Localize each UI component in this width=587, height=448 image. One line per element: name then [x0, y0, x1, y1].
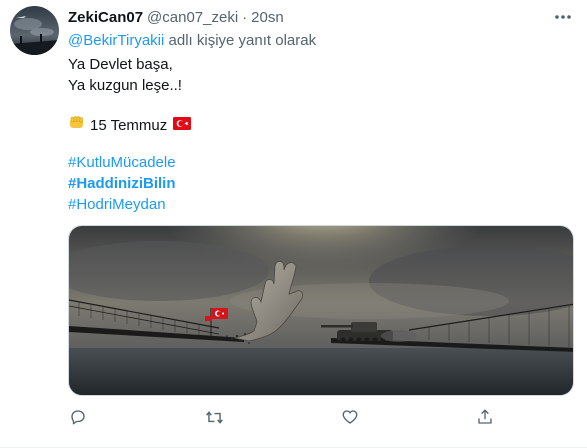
date-text: 15 Temmuz [90, 116, 168, 134]
header-separator: · [242, 8, 248, 26]
share-icon[interactable] [473, 405, 497, 429]
more-icon[interactable] [553, 9, 573, 25]
reply-mention-link[interactable]: @BekirTiryakii [68, 32, 164, 49]
reply-icon[interactable] [66, 405, 90, 429]
display-name[interactable]: ZekiCan07 [68, 9, 143, 26]
tweet-timestamp[interactable]: 20sn [251, 9, 284, 26]
hashtag-haddinizibilin[interactable]: #HaddiniziBilin [68, 174, 176, 194]
user-handle[interactable]: @can07_zeki [147, 9, 238, 26]
tweet-actions-bar [68, 405, 498, 429]
tweet-header: ZekiCan07 @can07_zeki · 20sn [68, 7, 284, 27]
tweet-media-image[interactable] [68, 225, 574, 396]
fist-emoji-icon [68, 114, 85, 137]
hashtag-kutlumucadele[interactable]: #KutluMücadele [68, 153, 176, 173]
reply-suffix: adlı kişiye yanıt olarak [168, 32, 317, 49]
tweet-card[interactable]: ZekiCan07 @can07_zeki · 20sn @BekirTirya… [0, 0, 587, 448]
reply-context: @BekirTiryakii adlı kişiye yanıt olarak [68, 32, 316, 49]
tweet-text-line-2: Ya kuzgun leşe..! [68, 77, 182, 94]
hashtag-hodrimeydan[interactable]: #HodriMeydan [68, 195, 166, 215]
avatar[interactable] [10, 6, 59, 55]
tweet-date-line: 15 Temmuz [68, 114, 192, 137]
tweet-text-line-1: Ya Devlet başa, [68, 56, 173, 73]
like-icon[interactable] [338, 405, 362, 429]
retweet-icon[interactable] [202, 405, 226, 429]
turkish-flag-emoji-icon [173, 116, 192, 136]
